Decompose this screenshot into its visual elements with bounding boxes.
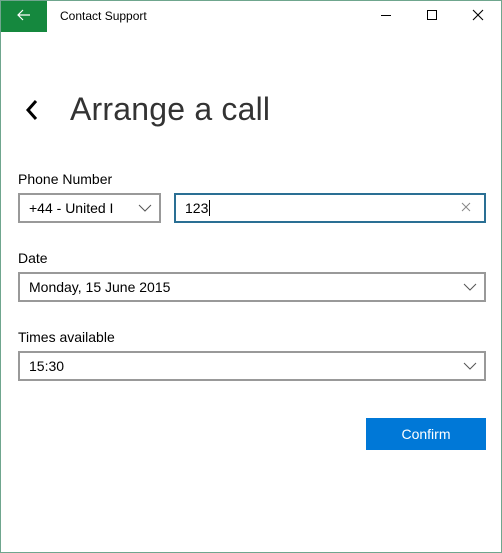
chevron-down-icon	[138, 202, 152, 214]
phone-number-label: Phone Number	[18, 171, 113, 187]
country-code-value: +44 - United I	[29, 200, 114, 216]
app-window: Contact Support Arrange a call Phone Num…	[0, 0, 502, 553]
chevron-down-icon	[463, 281, 477, 293]
title-bar: Contact Support	[1, 1, 501, 32]
minimize-button[interactable]	[363, 1, 409, 32]
country-code-dropdown[interactable]: +44 - United I	[18, 193, 161, 223]
time-dropdown[interactable]: 15:30	[18, 351, 486, 381]
minimize-icon	[380, 8, 392, 26]
maximize-button[interactable]	[409, 1, 455, 32]
maximize-icon	[426, 8, 438, 26]
arrow-left-icon	[17, 8, 31, 26]
phone-number-value: 123	[185, 200, 209, 216]
titlebar-back-button[interactable]	[1, 1, 47, 32]
date-label: Date	[18, 250, 48, 266]
date-value: Monday, 15 June 2015	[29, 279, 171, 295]
page-title: Arrange a call	[70, 91, 271, 127]
phone-number-input[interactable]: 123	[174, 193, 486, 223]
times-available-label: Times available	[18, 329, 115, 345]
page-back-button[interactable]	[21, 99, 43, 125]
confirm-button[interactable]: Confirm	[366, 418, 486, 450]
close-icon	[472, 8, 484, 26]
window-title: Contact Support	[60, 9, 147, 23]
clear-input-button[interactable]	[460, 202, 472, 214]
time-value: 15:30	[29, 358, 65, 374]
chevron-down-icon	[463, 360, 477, 372]
date-picker[interactable]: Monday, 15 June 2015	[18, 272, 486, 302]
clear-icon	[461, 199, 471, 217]
close-button[interactable]	[455, 1, 501, 32]
chevron-left-icon	[25, 99, 39, 126]
text-caret	[209, 200, 211, 217]
page-header: Arrange a call	[1, 89, 501, 135]
